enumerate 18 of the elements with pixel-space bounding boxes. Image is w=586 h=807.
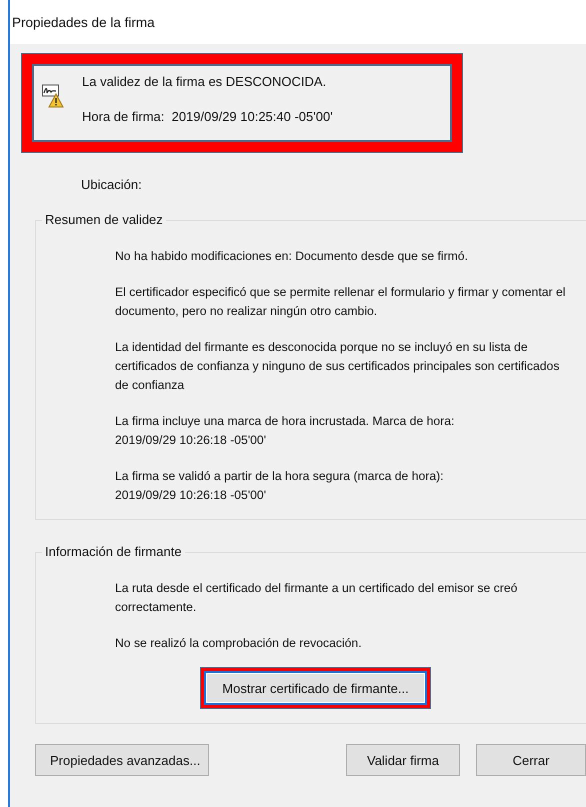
close-button[interactable]: Cerrar (476, 744, 586, 776)
validity-status: La validez de la firma es DESCONOCIDA. (82, 74, 328, 89)
advanced-properties-button[interactable]: Propiedades avanzadas... (35, 744, 209, 776)
status-message: La firma se validó a partir de la hora segura (marca de hora): 2019/09/29 10:26:18 -05'00' (115, 468, 445, 504)
show-certificate-button[interactable]: Mostrar certificado de firmante... (204, 671, 427, 705)
status-message: La identidad del firmante es desconocida porque no se incluyó en su lista de certificados de confianza y ninguno de sus certificados principales son certificados de confianza (115, 339, 560, 394)
status-message: La ruta desde el certificado del firmante a un certificado del emisor se creó correctamente. (115, 580, 518, 616)
status-message: No ha habido modificaciones en: Documento desde que se firmó. (115, 248, 469, 265)
location-label: Ubicación: (81, 177, 143, 192)
group-title: Resumen de validez (42, 212, 166, 227)
signature-warning-icon (42, 84, 66, 108)
group-title: Información de firmante (42, 544, 185, 559)
status-message: No se realizó la comprobación de revocación. (115, 635, 363, 652)
window-title: Propiedades de la firma (12, 14, 155, 30)
status-message: El certificador especificó que se permite rellenar el formulario y firmar y comentar el documento, pero no realizar ningún otro cambio. (115, 284, 566, 320)
signing-time: Hora de firma: 2019/09/29 10:25:40 -05'00' (82, 109, 333, 124)
validate-button[interactable]: Validar firma (346, 744, 460, 776)
status-message: La firma incluye una marca de hora incrustada. Marca de hora: 2019/09/29 10:26:18 -05'00' (115, 413, 456, 449)
